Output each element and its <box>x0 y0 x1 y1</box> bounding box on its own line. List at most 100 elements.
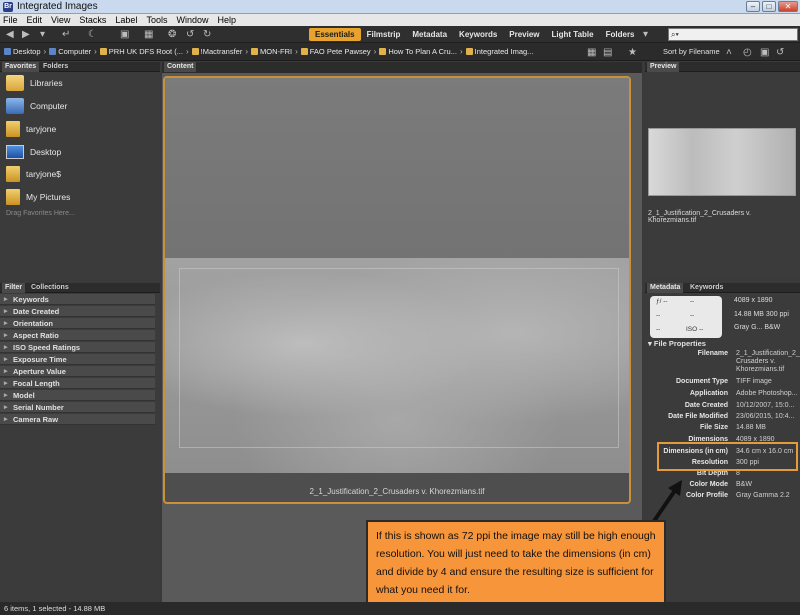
filter-aperture[interactable]: Aperture Value <box>0 366 155 377</box>
filter-serial-number[interactable]: Serial Number <box>0 402 155 413</box>
workspace-menu-chevron-icon[interactable]: ▾ <box>643 29 648 40</box>
breadcrumb-network-drive[interactable]: PRH UK DFS Root (... <box>99 47 183 56</box>
annotation-text: If this is shown as 72 ppi the image may… <box>376 530 656 596</box>
breadcrumb-integrated-images[interactable]: Integrated Imag... <box>465 47 533 56</box>
maximize-button[interactable]: □ <box>762 1 776 12</box>
new-folder-icon[interactable]: ▣ <box>760 47 769 58</box>
folder-icon <box>191 48 199 55</box>
workspace-folders[interactable]: Folders <box>600 28 641 41</box>
filter-keywords[interactable]: Keywords <box>0 294 155 305</box>
file-property-value: Crusaders v. <box>736 358 776 365</box>
open-in-camera-raw-icon[interactable]: ❂ <box>168 29 176 40</box>
star-filter-icon[interactable]: ★ <box>628 47 637 58</box>
sort-ascending-icon[interactable]: ˄ <box>726 47 732 58</box>
workspace-essentials[interactable]: Essentials <box>309 28 361 41</box>
tab-filter[interactable]: Filter <box>2 283 26 293</box>
file-property-value: Adobe Photoshop... <box>736 390 798 397</box>
workspace-metadata[interactable]: Metadata <box>406 28 453 41</box>
breadcrumb-fao[interactable]: FAO Pete Pawsey <box>300 47 371 56</box>
camera-icon[interactable]: ▣ <box>120 29 129 40</box>
folder-icon <box>465 48 473 55</box>
close-button[interactable]: ✕ <box>778 1 798 12</box>
breadcrumb-mon-fri[interactable]: MON-FRI <box>251 47 292 56</box>
selected-thumbnail[interactable]: 2_1_Justification_2_Crusaders v. Khorezm… <box>163 76 631 504</box>
file-property-value: 23/06/2015, 10:4... <box>736 413 795 420</box>
filter-aspect-ratio[interactable]: Aspect Ratio <box>0 330 155 341</box>
tab-folders[interactable]: Folders <box>40 62 71 72</box>
window-title: Integrated Images <box>17 1 98 12</box>
filter-exposure-time[interactable]: Exposure Time <box>0 354 155 365</box>
favorite-computer[interactable]: Computer <box>6 98 67 114</box>
menu-window[interactable]: Window <box>176 15 208 25</box>
menu-help[interactable]: Help <box>217 15 236 25</box>
favorite-desktop[interactable]: Desktop <box>6 145 61 159</box>
file-properties-header[interactable]: ▾ File Properties <box>648 339 706 348</box>
image-border <box>179 268 619 448</box>
folder-icon <box>300 48 308 55</box>
filter-model[interactable]: Model <box>0 390 155 401</box>
menu-label[interactable]: Label <box>115 15 137 25</box>
menu-edit[interactable]: Edit <box>27 15 43 25</box>
search-input[interactable]: ⌕▾ <box>668 28 798 41</box>
filter-camera-raw[interactable]: Camera Raw <box>0 414 155 425</box>
folder-icon <box>379 48 387 55</box>
preview-image[interactable] <box>648 128 796 196</box>
exposure-value: -- <box>690 298 695 305</box>
tab-keywords[interactable]: Keywords <box>687 283 726 293</box>
menu-view[interactable]: View <box>51 15 70 25</box>
filter-orientation[interactable]: Orientation <box>0 318 155 329</box>
back-icon[interactable]: ◀ <box>6 29 14 40</box>
breadcrumb-how-to-plan[interactable]: How To Plan A Cru... <box>379 47 457 56</box>
tab-collections[interactable]: Collections <box>28 283 72 293</box>
favorite-taryjone-share[interactable]: taryjone$ <box>6 166 61 182</box>
tab-metadata[interactable]: Metadata <box>647 283 684 293</box>
workspace-keywords[interactable]: Keywords <box>453 28 503 41</box>
view-grid-icon[interactable]: ▦ <box>587 47 596 58</box>
image-preview <box>165 258 629 473</box>
breadcrumb-separator-icon: › <box>295 47 298 56</box>
breadcrumb-separator-icon: › <box>245 47 249 56</box>
favorite-taryjone[interactable]: taryjone <box>6 121 56 137</box>
breadcrumb-mactransfer[interactable]: !Mactransfer <box>191 47 242 56</box>
reveal-recent-icon[interactable]: ☾ <box>88 29 97 40</box>
rotate-icon[interactable]: ↺ <box>776 47 784 58</box>
boomerang-icon[interactable]: ↵ <box>62 29 70 40</box>
refine-icon[interactable]: ▦ <box>144 29 153 40</box>
file-property-value: Gray Gamma 2.2 <box>736 492 790 499</box>
favorite-label: Libraries <box>30 78 63 88</box>
tab-favorites[interactable]: Favorites <box>2 62 40 72</box>
menu-file[interactable]: File <box>3 15 18 25</box>
folder-icon <box>251 48 259 55</box>
file-property-key: Bit Depth <box>696 470 728 477</box>
recent-files-icon[interactable]: ◴ <box>743 47 752 58</box>
menu-stacks[interactable]: Stacks <box>79 15 106 25</box>
pictures-folder-icon <box>6 189 20 205</box>
breadcrumb-computer[interactable]: Computer <box>49 47 91 56</box>
tab-preview[interactable]: Preview <box>647 62 680 72</box>
sort-dropdown[interactable]: Sort by Filename <box>663 47 720 56</box>
filter-iso[interactable]: ISO Speed Ratings <box>0 342 155 353</box>
forward-icon[interactable]: ▶ <box>22 29 30 40</box>
rotate-left-icon[interactable]: ↺ <box>186 29 194 40</box>
workspace-light-table[interactable]: Light Table <box>546 28 600 41</box>
tab-content[interactable]: Content <box>164 62 197 72</box>
menu-tools[interactable]: Tools <box>146 15 167 25</box>
filter-focal-length[interactable]: Focal Length <box>0 378 155 389</box>
workspace-preview[interactable]: Preview <box>503 28 545 41</box>
file-property-value: 14.88 MB <box>736 424 766 431</box>
file-property-key: Document Type <box>676 378 728 385</box>
favorite-libraries[interactable]: Libraries <box>6 75 63 91</box>
filter-date-created[interactable]: Date Created <box>0 306 155 317</box>
chevron-down-icon[interactable]: ▾ <box>40 29 45 40</box>
breadcrumb-desktop[interactable]: Desktop <box>4 47 41 56</box>
file-property-value: 2_1_Justification_2_ <box>736 350 800 357</box>
image-background <box>165 78 629 258</box>
computer-icon <box>6 98 24 114</box>
view-list-icon[interactable]: ▤ <box>603 47 612 58</box>
favorite-my-pictures[interactable]: My Pictures <box>6 189 70 205</box>
metadata-placard: ƒ/ -- -- -- -- -- ISO -- <box>650 296 722 338</box>
workspace-filmstrip[interactable]: Filmstrip <box>361 28 407 41</box>
rotate-right-icon[interactable]: ↻ <box>203 29 211 40</box>
minimize-button[interactable]: – <box>746 1 760 12</box>
file-property-key: Color Mode <box>689 481 729 488</box>
